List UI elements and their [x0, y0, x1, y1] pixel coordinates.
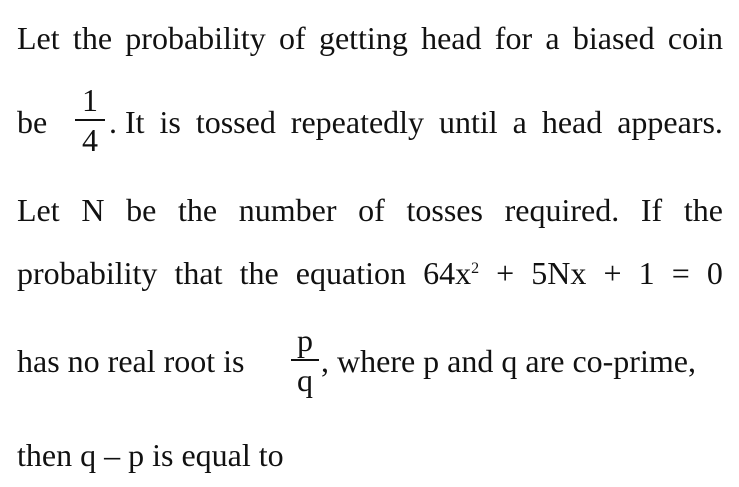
word: head — [421, 20, 482, 56]
word: number — [238, 192, 337, 228]
word: repeatedly — [290, 104, 425, 140]
problem-line-1: Let the probability of getting head for … — [17, 20, 723, 56]
word: tossed — [195, 104, 276, 140]
word: the — [239, 255, 279, 291]
word: is — [159, 104, 181, 140]
equation-coefficient: 64x — [423, 255, 472, 291]
word: required. — [504, 192, 620, 228]
word: the — [177, 192, 218, 228]
word: probability — [17, 255, 158, 291]
equation-term: 5Nx — [531, 255, 587, 291]
equation-operator: + — [603, 255, 622, 291]
word: the — [72, 20, 113, 56]
word: appears. — [617, 104, 723, 140]
word: a — [512, 104, 527, 140]
word: . It — [109, 104, 145, 140]
fraction-bar — [291, 359, 319, 361]
equation-exponent: 2 — [471, 260, 480, 277]
fraction-one-quarter: 1 4 — [75, 84, 105, 156]
word: probability — [125, 20, 266, 56]
word: N — [81, 192, 105, 228]
word: Let — [17, 20, 60, 56]
fraction-bar — [75, 119, 105, 121]
word: coin — [667, 20, 723, 56]
word: until — [439, 104, 498, 140]
word: tosses — [406, 192, 483, 228]
word: the — [683, 192, 723, 228]
line-2-tail: . It is tossed repeatedly until a head a… — [109, 104, 723, 140]
word: for — [494, 20, 533, 56]
problem-line-2: be 1 4 . It is tossed repeatedly until a… — [17, 84, 723, 156]
word: Let — [17, 192, 60, 228]
word: biased — [572, 20, 655, 56]
line-5-tail: , where p and q are co-prime, — [321, 343, 696, 379]
problem-line-6: then q – p is equal to — [17, 437, 284, 473]
problem-line-3: Let N be the number of tosses required. … — [17, 192, 723, 228]
equation-term: 64x2 — [423, 255, 479, 291]
fraction-denominator: q — [297, 362, 313, 398]
word: be — [126, 192, 157, 228]
word: a — [545, 20, 560, 56]
equation-operator: = — [671, 255, 690, 291]
word: that — [174, 255, 223, 291]
word: equation — [295, 255, 406, 291]
problem-line-5: has no real root is p q , where p and q … — [17, 322, 723, 402]
problem-line-4: probability that the equation 64x2 + 5Nx… — [17, 255, 723, 291]
fraction-p-over-q: p q — [291, 324, 319, 396]
word: be — [17, 104, 48, 140]
word: of — [358, 192, 385, 228]
fraction-numerator: p — [297, 322, 313, 358]
fraction-numerator: 1 — [82, 82, 98, 118]
word: If — [640, 192, 663, 228]
fraction-denominator: 4 — [82, 122, 98, 158]
equation-term: 0 — [706, 255, 723, 291]
line-5-head: has no real root is — [17, 343, 245, 379]
word: getting — [318, 20, 408, 56]
word: head — [541, 104, 603, 140]
word: of — [279, 20, 306, 56]
equation-term: 1 — [638, 255, 655, 291]
equation-operator: + — [496, 255, 515, 291]
